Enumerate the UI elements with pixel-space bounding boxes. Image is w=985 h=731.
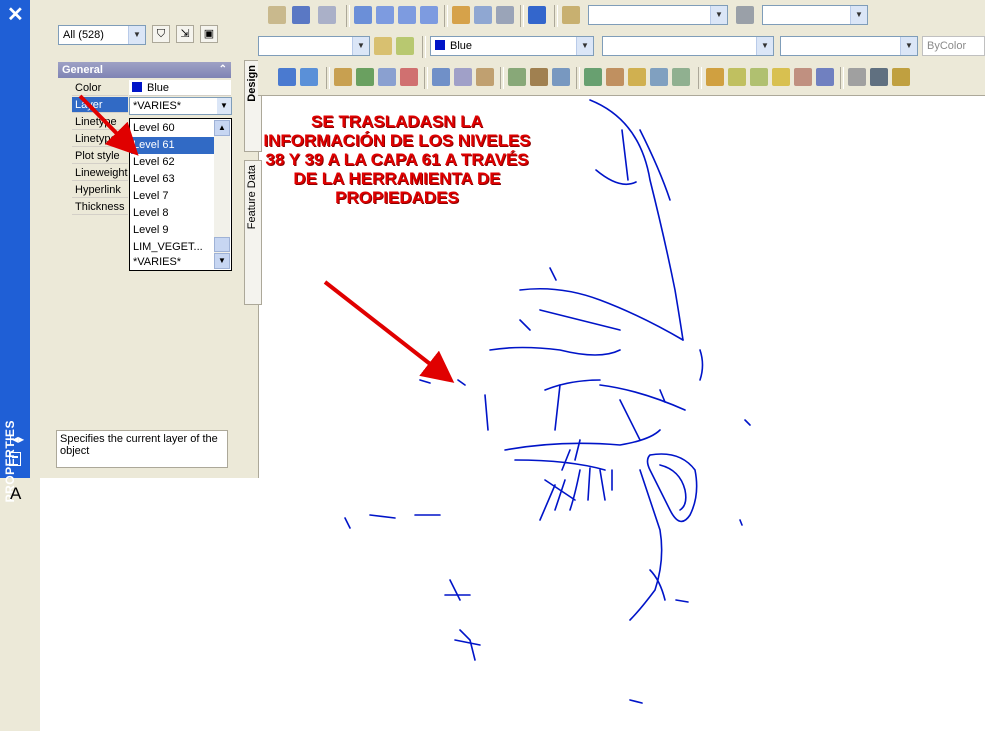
arrow-to-drawing [323,280,455,383]
annotation-arrows [78,94,455,383]
arrow-to-layer-list [78,94,139,156]
